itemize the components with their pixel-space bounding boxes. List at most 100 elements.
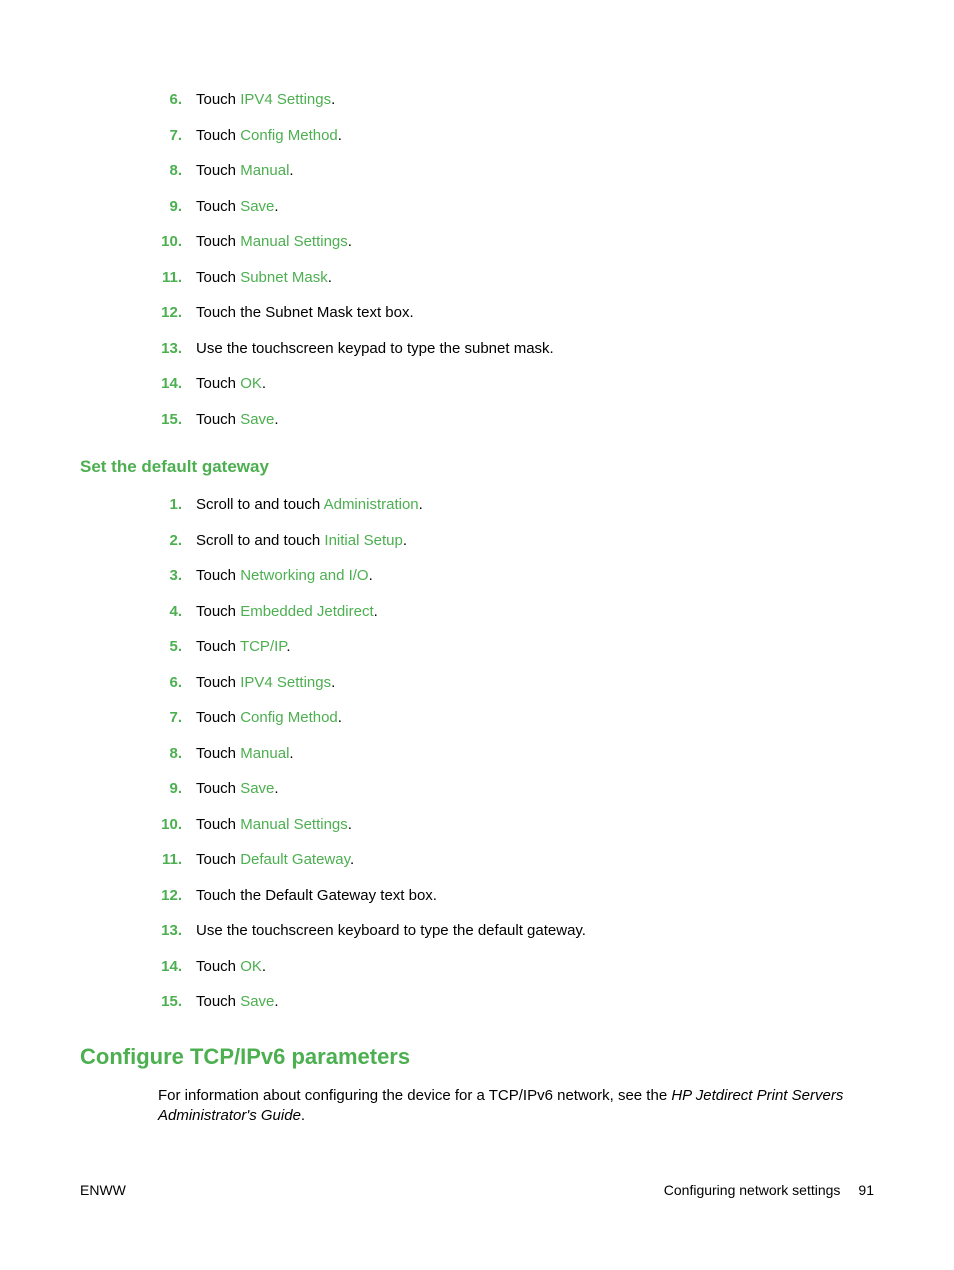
- step-item: 1.Scroll to and touch Administration.: [158, 495, 874, 515]
- step-item: 12.Touch the Default Gateway text box.: [158, 886, 874, 906]
- step-text-pre: Touch: [196, 745, 240, 762]
- step-text-post: .: [374, 603, 378, 620]
- step-text-pre: Touch: [196, 198, 240, 215]
- step-number: 5.: [158, 637, 182, 657]
- step-item: 2. Scroll to and touch Initial Setup.: [158, 531, 874, 551]
- step-link[interactable]: Config Method: [240, 709, 338, 726]
- step-link[interactable]: Save: [240, 198, 274, 215]
- step-number: 3.: [158, 566, 182, 586]
- step-text-pre: Touch: [196, 851, 240, 868]
- step-link[interactable]: Manual: [240, 745, 289, 762]
- step-item: 8. Touch Manual.: [158, 744, 874, 764]
- step-text-post: .: [274, 780, 278, 797]
- step-number: 12.: [158, 886, 182, 906]
- step-number: 7.: [158, 126, 182, 146]
- step-number: 13.: [158, 339, 182, 359]
- step-link[interactable]: Default Gateway: [240, 851, 350, 868]
- step-text-post: .: [328, 269, 332, 286]
- step-number: 4.: [158, 602, 182, 622]
- step-item: 3.Touch Networking and I/O.: [158, 566, 874, 586]
- step-item: 6. Touch IPV4 Settings.: [158, 673, 874, 693]
- step-link[interactable]: IPV4 Settings: [240, 91, 331, 108]
- step-link[interactable]: IPV4 Settings: [240, 674, 331, 691]
- step-item: 11. Touch Default Gateway.: [158, 850, 874, 870]
- footer-page-number: 91: [858, 1182, 874, 1198]
- para-pre: For information about configuring the de…: [158, 1087, 671, 1104]
- step-item: 15. Touch Save.: [158, 410, 874, 430]
- step-number: 10.: [158, 815, 182, 835]
- step-text-pre: Touch: [196, 411, 240, 428]
- step-text-post: .: [274, 411, 278, 428]
- step-link[interactable]: Administration: [324, 496, 419, 513]
- steps-list-1: 6.Touch IPV4 Settings. 7. Touch Config Met…: [80, 90, 874, 429]
- page-footer: ENWW Configuring network settings 91: [80, 1182, 874, 1198]
- footer-section-title: Configuring network settings: [664, 1182, 841, 1198]
- step-item: 14.Touch OK.: [158, 374, 874, 394]
- step-text-pre: Scroll to and touch: [196, 532, 324, 549]
- step-item: 13. Use the touchscreen keypad to type th…: [158, 339, 874, 359]
- step-text-post: .: [350, 851, 354, 868]
- step-link[interactable]: OK: [240, 958, 262, 975]
- step-number: 10.: [158, 232, 182, 252]
- step-text-post: .: [403, 532, 407, 549]
- step-link[interactable]: Manual Settings: [240, 233, 348, 250]
- step-link[interactable]: Embedded Jetdirect: [240, 603, 373, 620]
- step-text-pre: Touch: [196, 375, 240, 392]
- step-link[interactable]: OK: [240, 375, 262, 392]
- step-link[interactable]: Save: [240, 993, 274, 1010]
- step-text-pre: Touch: [196, 674, 240, 691]
- step-text-post: .: [331, 91, 335, 108]
- step-link[interactable]: Networking and I/O: [240, 567, 368, 584]
- step-text-post: .: [338, 127, 342, 144]
- step-text-post: .: [274, 993, 278, 1010]
- step-text-post: .: [286, 638, 290, 655]
- step-link[interactable]: Manual: [240, 162, 289, 179]
- step-link[interactable]: Initial Setup: [324, 532, 402, 549]
- step-text-pre: Touch: [196, 638, 240, 655]
- step-text-post: .: [289, 745, 293, 762]
- step-number: 7.: [158, 708, 182, 728]
- step-text-post: .: [262, 958, 266, 975]
- step-link[interactable]: Subnet Mask: [240, 269, 328, 286]
- step-number: 2.: [158, 531, 182, 551]
- step-text-pre: Touch: [196, 127, 240, 144]
- step-number: 14.: [158, 374, 182, 394]
- step-text-post: .: [331, 674, 335, 691]
- step-text-pre: Touch: [196, 162, 240, 179]
- step-item: 10.Touch Manual Settings.: [158, 815, 874, 835]
- step-number: 8.: [158, 744, 182, 764]
- step-number: 1.: [158, 495, 182, 515]
- step-text-pre: Touch: [196, 233, 240, 250]
- step-item: 13. Use the touchscreen keyboard to type …: [158, 921, 874, 941]
- step-number: 11.: [158, 850, 182, 870]
- step-number: 6.: [158, 673, 182, 693]
- step-item: 10.Touch Manual Settings.: [158, 232, 874, 252]
- step-link[interactable]: Save: [240, 411, 274, 428]
- para-post: .: [301, 1107, 305, 1124]
- step-item: 12.Touch the Subnet Mask text box.: [158, 303, 874, 323]
- step-link[interactable]: Manual Settings: [240, 816, 348, 833]
- step-link[interactable]: Config Method: [240, 127, 338, 144]
- step-item: 15.Touch Save.: [158, 992, 874, 1012]
- step-item: 6.Touch IPV4 Settings.: [158, 90, 874, 110]
- step-link[interactable]: Save: [240, 780, 274, 797]
- step-number: 11.: [158, 268, 182, 288]
- heading-tcpipv6: Configure TCP/IPv6 parameters: [80, 1044, 874, 1070]
- step-item: 4. Touch Embedded Jetdirect.: [158, 602, 874, 622]
- step-number: 15.: [158, 410, 182, 430]
- step-item: 7. Touch Config Method.: [158, 126, 874, 146]
- step-text-pre: Use the touchscreen keyboard to type the…: [196, 922, 586, 939]
- step-number: 13.: [158, 921, 182, 941]
- step-text-pre: Use the touchscreen keypad to type the s…: [196, 340, 554, 357]
- step-number: 14.: [158, 957, 182, 977]
- step-item: 9.Touch Save.: [158, 197, 874, 217]
- step-text-pre: Touch: [196, 958, 240, 975]
- step-text-pre: Touch: [196, 780, 240, 797]
- step-link[interactable]: TCP/IP: [240, 638, 286, 655]
- step-text-pre: Touch: [196, 993, 240, 1010]
- step-item: 5. Touch TCP/IP.: [158, 637, 874, 657]
- tcpipv6-paragraph: For information about configuring the de…: [158, 1086, 874, 1127]
- steps-list-2: 1.Scroll to and touch Administration.2.S…: [80, 495, 874, 1012]
- step-item: 9.Touch Save.: [158, 779, 874, 799]
- step-text-pre: Touch: [196, 603, 240, 620]
